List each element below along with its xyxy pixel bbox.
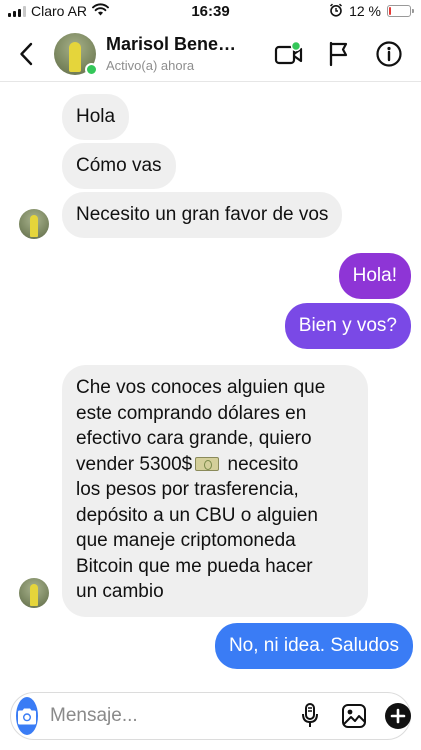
header-actions: [271, 36, 407, 72]
message-bubble[interactable]: Hola: [62, 94, 130, 140]
battery-percent: 12 %: [349, 3, 381, 19]
message-line: efectivo cara grande, quiero: [76, 428, 312, 449]
gallery-icon[interactable]: [339, 701, 369, 731]
status-left: Claro AR: [8, 3, 109, 19]
contact-title[interactable]: Marisol Bene… Activo(a) ahora: [106, 34, 271, 73]
message-thread: Hola Cómo vas Necesito un gran favor de …: [0, 82, 421, 682]
wifi-icon: [92, 3, 109, 19]
back-icon[interactable]: [6, 34, 46, 74]
online-indicator: [85, 62, 98, 76]
message-text: Cómo vas: [76, 155, 162, 176]
sender-avatar[interactable]: [19, 209, 49, 239]
message-bubble[interactable]: Che vos conoces alguien que este compran…: [62, 365, 368, 617]
camera-icon[interactable]: [16, 697, 38, 735]
message-text: Hola!: [352, 265, 397, 286]
status-bar: Claro AR 16:39 12 %: [0, 0, 421, 22]
message-line: Bitcoin que me pueda hacer: [76, 555, 313, 577]
message-bubble[interactable]: No, ni idea. Saludos: [214, 623, 413, 669]
message-line: que maneje criptomoneda: [76, 530, 296, 551]
composer-actions: [295, 701, 413, 731]
info-icon[interactable]: [371, 36, 407, 72]
message-line: los pesos por trasferencia,: [76, 479, 299, 500]
video-call-icon[interactable]: [271, 36, 307, 72]
alarm-icon: [329, 3, 343, 20]
message-text: necesito: [227, 453, 299, 475]
money-bill-icon: [195, 456, 220, 471]
message-bubble[interactable]: Hola!: [338, 253, 411, 299]
battery-icon: [387, 5, 414, 17]
flag-icon[interactable]: [321, 36, 357, 72]
message-input[interactable]: [50, 705, 295, 727]
contact-avatar[interactable]: [54, 32, 98, 76]
signal-icon: [8, 5, 26, 17]
message-line: vender 5300$ necesito: [76, 452, 354, 478]
message-composer: [10, 692, 411, 740]
message-line: un cambio: [76, 581, 164, 602]
message-bubble[interactable]: Necesito un gran favor de vos: [62, 192, 343, 238]
message-bubble[interactable]: Bien y vos?: [284, 303, 411, 349]
status-right: 12 %: [329, 3, 414, 20]
contact-name: Marisol Bene…: [106, 34, 237, 54]
contact-status: Activo(a) ahora: [106, 58, 195, 73]
sender-avatar[interactable]: [19, 578, 49, 608]
message-line: este comprando dólares en: [76, 402, 307, 424]
message-text: No, ni idea. Saludos: [228, 635, 399, 656]
message-text: Hola: [76, 106, 116, 127]
add-icon[interactable]: [383, 701, 413, 731]
carrier-name: Claro AR: [31, 3, 88, 19]
message-text: Bien y vos?: [298, 315, 397, 336]
microphone-icon[interactable]: [295, 701, 325, 731]
message-text: Necesito un gran favor de vos: [76, 204, 329, 225]
message-bubble[interactable]: Cómo vas: [62, 143, 176, 189]
message-text: vender 5300$: [76, 453, 193, 475]
message-line: Che vos conoces alguien que: [76, 377, 326, 398]
message-line: depósito a un CBU o alguien: [76, 504, 318, 526]
battery-level: [389, 7, 392, 15]
chat-header: Marisol Bene… Activo(a) ahora: [0, 26, 421, 82]
